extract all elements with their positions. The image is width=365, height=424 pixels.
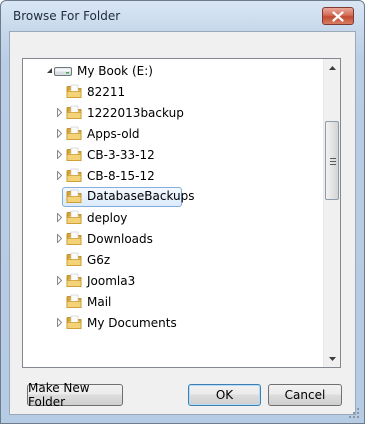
tree-item[interactable]: Downloads bbox=[23, 228, 324, 249]
tree-root-label: My Book (E:) bbox=[77, 64, 153, 78]
folder-icon bbox=[66, 315, 82, 330]
folder-icon bbox=[66, 147, 82, 162]
folder-icon bbox=[66, 84, 82, 99]
tree-item[interactable]: CB-8-15-12 bbox=[23, 165, 324, 186]
drive-icon bbox=[54, 64, 72, 79]
tree-item-label: Downloads bbox=[87, 232, 153, 246]
tree-item-label: DatabaseBackups bbox=[87, 189, 195, 203]
close-icon bbox=[323, 8, 353, 24]
resize-grip-icon[interactable] bbox=[349, 408, 360, 419]
folder-icon bbox=[66, 273, 82, 288]
tree-item[interactable]: 1222013backup bbox=[23, 102, 324, 123]
collapsed-arrow-icon[interactable] bbox=[55, 171, 63, 180]
tree-item-label: Apps-old bbox=[87, 127, 140, 141]
close-button[interactable] bbox=[322, 7, 354, 25]
cancel-button[interactable]: Cancel bbox=[268, 384, 342, 406]
tree-item[interactable]: My Documents bbox=[23, 312, 324, 333]
scroll-down-arrow-icon[interactable] bbox=[324, 350, 340, 367]
collapsed-arrow-icon[interactable] bbox=[55, 318, 63, 327]
scrollbar-thumb[interactable] bbox=[325, 121, 339, 200]
folder-tree-rows: My Book (E:) 82211 1222013backup Apps-old C… bbox=[23, 59, 324, 367]
tree-item[interactable]: Mail bbox=[23, 291, 324, 312]
ok-button[interactable]: OK bbox=[188, 384, 261, 406]
make-new-folder-button[interactable]: Make New Folder bbox=[27, 381, 123, 409]
folder-icon bbox=[66, 105, 82, 120]
tree-item-label: Joomla3 bbox=[87, 274, 136, 288]
tree-item[interactable]: 82211 bbox=[23, 81, 324, 102]
folder-icon bbox=[66, 126, 82, 141]
tree-item-label: CB-8-15-12 bbox=[87, 169, 155, 183]
browse-for-folder-dialog: Browse For Folder My Book (E:) 82211 122… bbox=[0, 0, 365, 424]
folder-icon bbox=[66, 189, 82, 204]
tree-item[interactable]: G6z bbox=[23, 249, 324, 270]
collapsed-arrow-icon[interactable] bbox=[55, 276, 63, 285]
folder-tree[interactable]: My Book (E:) 82211 1222013backup Apps-old C… bbox=[22, 58, 341, 368]
expanded-arrow-icon[interactable] bbox=[45, 66, 53, 75]
tree-item-selected[interactable]: DatabaseBackups bbox=[23, 186, 324, 207]
title-bar[interactable]: Browse For Folder bbox=[1, 1, 364, 31]
collapsed-arrow-icon[interactable] bbox=[55, 213, 63, 222]
folder-icon bbox=[66, 210, 82, 225]
scroll-grip-icon bbox=[330, 158, 336, 165]
scroll-up-arrow-icon[interactable] bbox=[324, 59, 340, 76]
collapsed-arrow-icon[interactable] bbox=[55, 129, 63, 138]
folder-icon bbox=[66, 252, 82, 267]
collapsed-arrow-icon[interactable] bbox=[55, 150, 63, 159]
collapsed-arrow-icon[interactable] bbox=[55, 108, 63, 117]
vertical-scrollbar[interactable] bbox=[323, 59, 340, 367]
folder-icon bbox=[66, 231, 82, 246]
tree-item[interactable]: CB-3-33-12 bbox=[23, 144, 324, 165]
tree-item-label: CB-3-33-12 bbox=[87, 148, 155, 162]
tree-item-label: 1222013backup bbox=[87, 106, 184, 120]
collapsed-arrow-icon[interactable] bbox=[55, 234, 63, 243]
folder-icon bbox=[66, 294, 82, 309]
tree-item-label: deploy bbox=[87, 211, 128, 225]
tree-item[interactable]: deploy bbox=[23, 207, 324, 228]
tree-item-label: Mail bbox=[87, 295, 112, 309]
folder-icon bbox=[66, 168, 82, 183]
tree-item-label: 82211 bbox=[87, 85, 126, 99]
tree-root-row[interactable]: My Book (E:) bbox=[23, 60, 324, 81]
tree-item-label: G6z bbox=[87, 253, 111, 267]
window-title: Browse For Folder bbox=[13, 9, 121, 23]
tree-item[interactable]: Apps-old bbox=[23, 123, 324, 144]
tree-item-label: My Documents bbox=[87, 316, 177, 330]
tree-item[interactable]: Joomla3 bbox=[23, 270, 324, 291]
